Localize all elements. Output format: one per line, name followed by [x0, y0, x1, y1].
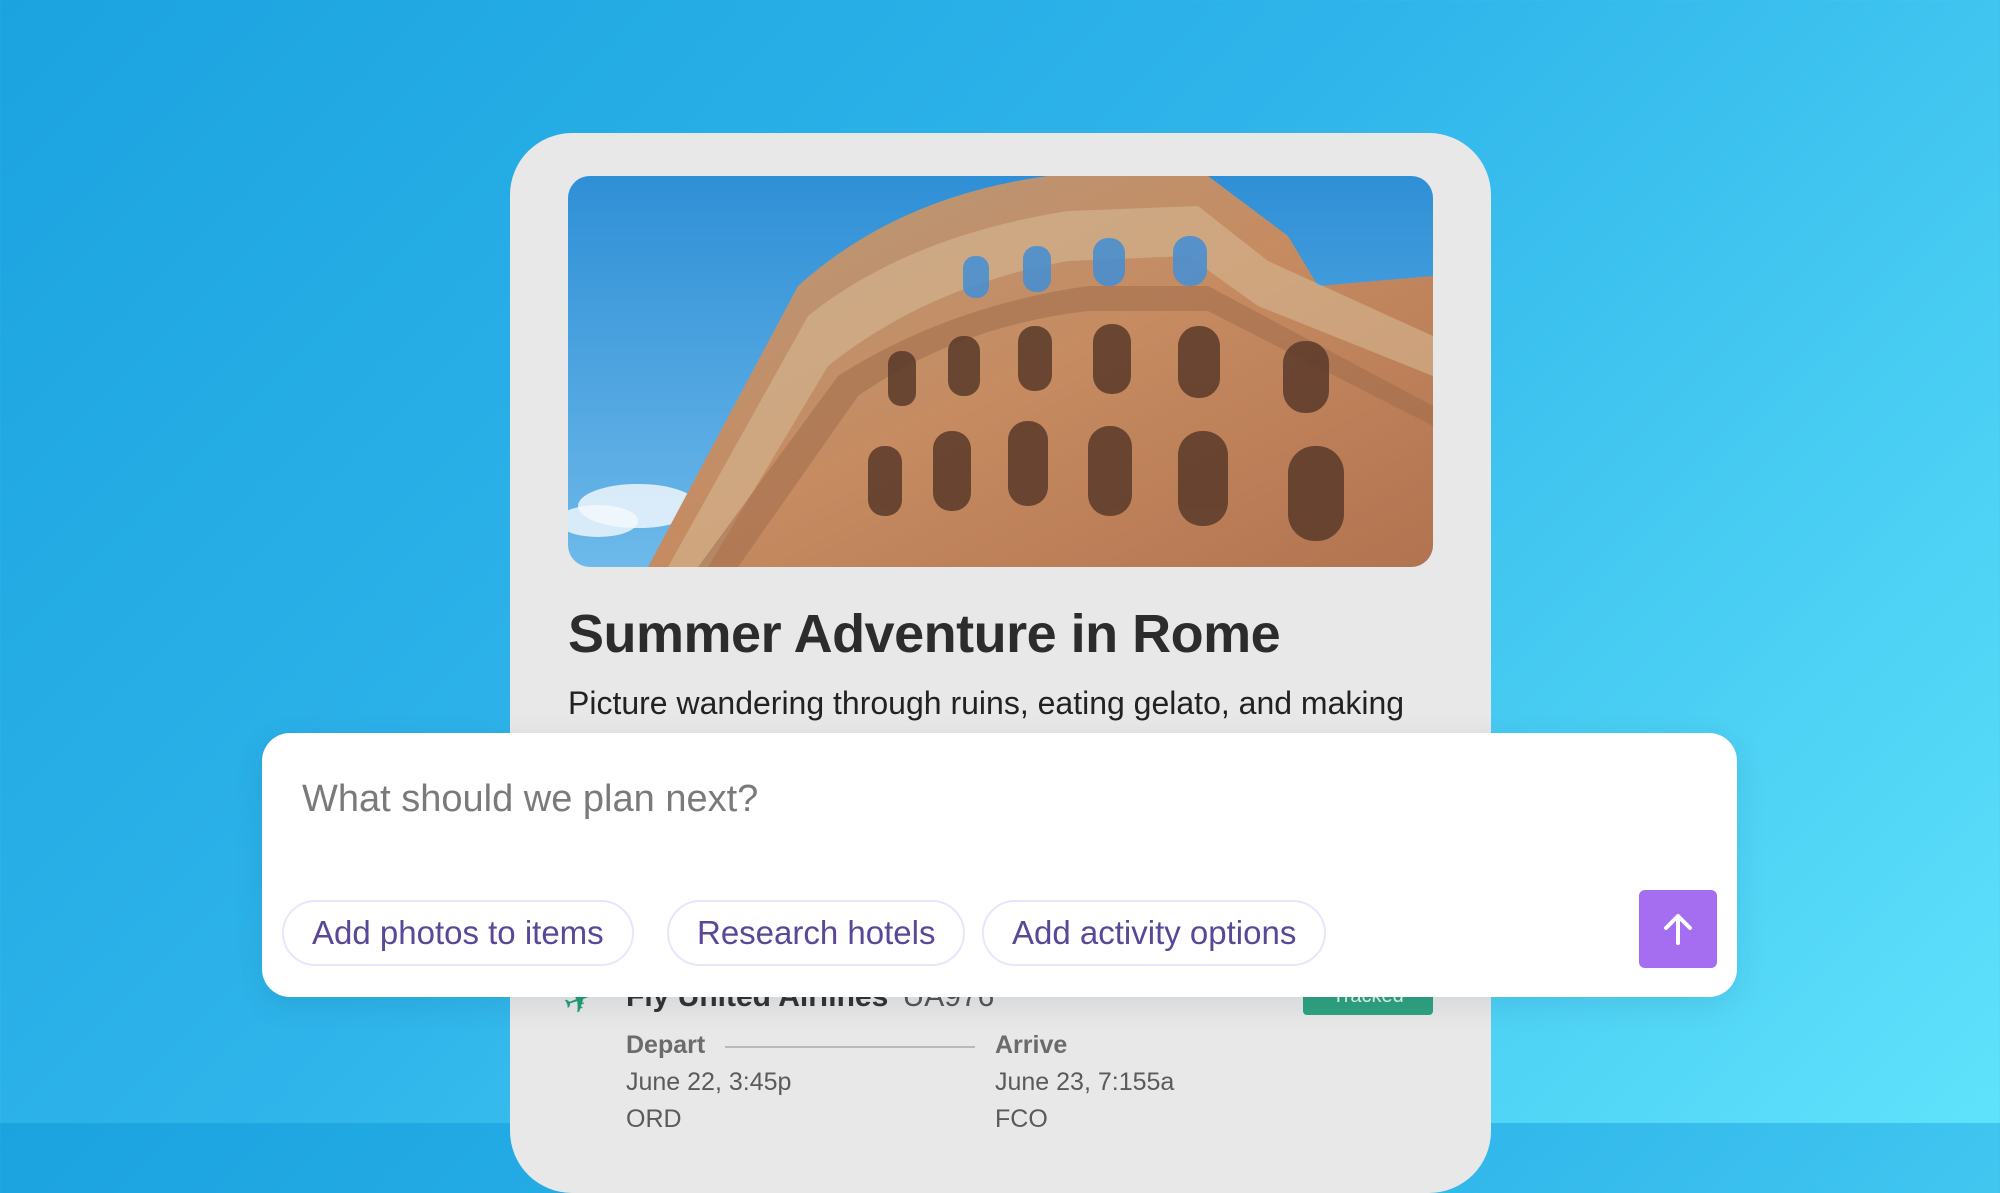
depart-time: June 22, 3:45p [626, 1068, 792, 1096]
send-button[interactable] [1639, 890, 1717, 968]
suggestion-add-photos[interactable]: Add photos to items [282, 900, 634, 966]
suggestion-add-activity-options[interactable]: Add activity options [982, 900, 1327, 966]
arrive-label: Arrive [995, 1031, 1068, 1059]
suggestion-research-hotels[interactable]: Research hotels [667, 900, 966, 966]
hero-image [568, 176, 1433, 567]
arrive-code: FCO [995, 1105, 1048, 1133]
colosseum-photo [568, 176, 1433, 567]
route-line [725, 1046, 975, 1048]
trip-card: Summer Adventure in Rome Picture wanderi… [510, 133, 1491, 1193]
prompt-input[interactable] [300, 771, 1604, 827]
arrow-up-icon [1664, 914, 1692, 945]
depart-label: Depart [626, 1031, 706, 1059]
prompt-box: Add photos to items Research hotels Add … [262, 733, 1737, 997]
arrive-time: June 23, 7:155a [995, 1068, 1175, 1096]
trip-title: Summer Adventure in Rome [568, 604, 1281, 664]
depart-code: ORD [626, 1105, 682, 1133]
trip-description: Picture wandering through ruins, eating … [568, 685, 1405, 721]
